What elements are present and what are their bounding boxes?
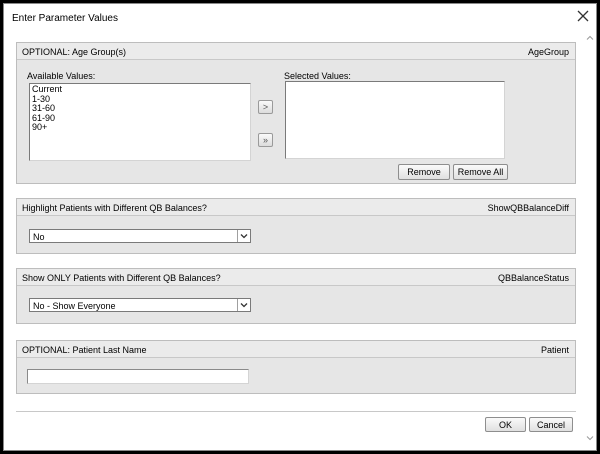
chevron-down-icon[interactable]: [237, 230, 250, 242]
last-name-label: OPTIONAL: Patient Last Name: [22, 345, 147, 355]
age-group-param-name: AgeGroup: [527, 47, 569, 57]
highlight-label: Highlight Patients with Different QB Bal…: [22, 203, 207, 213]
highlight-param-name: ShowQBBalanceDiff: [487, 203, 569, 213]
cancel-button[interactable]: Cancel: [529, 417, 573, 432]
age-group-panel: OPTIONAL: Age Group(s) AgeGroup Availabl…: [16, 42, 576, 184]
scroll-up-icon[interactable]: [585, 34, 595, 42]
show-only-header: Show ONLY Patients with Different QB Bal…: [17, 269, 575, 286]
highlight-select[interactable]: No: [29, 229, 251, 243]
highlight-select-value: No: [33, 232, 45, 242]
close-icon[interactable]: [576, 9, 590, 23]
highlight-header: Highlight Patients with Different QB Bal…: [17, 199, 575, 216]
list-item[interactable]: 1-30: [32, 94, 248, 105]
list-item[interactable]: 61-90: [32, 113, 248, 124]
last-name-panel: OPTIONAL: Patient Last Name Patient: [16, 340, 576, 394]
dialog-title: Enter Parameter Values: [12, 13, 118, 24]
available-values-list[interactable]: Current 1-30 31-60 61-90 90+: [29, 83, 251, 161]
footer-divider: [16, 411, 576, 412]
double-chevron-right-icon: »: [262, 135, 268, 145]
age-group-label: OPTIONAL: Age Group(s): [22, 47, 127, 57]
show-only-param-name: QBBalanceStatus: [497, 273, 569, 283]
highlight-panel: Highlight Patients with Different QB Bal…: [16, 198, 576, 254]
show-only-label: Show ONLY Patients with Different QB Bal…: [22, 273, 221, 283]
add-all-button[interactable]: »: [258, 133, 273, 147]
selected-values-list[interactable]: [285, 81, 505, 159]
last-name-param-name: Patient: [540, 345, 569, 355]
vertical-scrollbar[interactable]: [585, 34, 595, 442]
parameter-dialog: Enter Parameter Values OPTIONAL: Age Gro…: [3, 3, 597, 451]
list-item[interactable]: 90+: [32, 123, 248, 133]
selected-values-label: Selected Values:: [284, 71, 351, 81]
add-selected-button[interactable]: >: [258, 100, 273, 114]
last-name-header: OPTIONAL: Patient Last Name Patient: [17, 341, 575, 358]
ok-button[interactable]: OK: [485, 417, 526, 432]
scroll-down-icon[interactable]: [585, 434, 595, 442]
last-name-input[interactable]: [27, 369, 249, 384]
show-only-select-value: No - Show Everyone: [33, 301, 116, 311]
remove-button[interactable]: Remove: [398, 164, 450, 180]
remove-all-button[interactable]: Remove All: [453, 164, 508, 180]
show-only-select[interactable]: No - Show Everyone: [29, 298, 251, 312]
list-item[interactable]: Current: [32, 84, 248, 95]
chevron-right-icon: >: [262, 102, 269, 112]
chevron-down-icon[interactable]: [237, 299, 250, 311]
list-item[interactable]: 31-60: [32, 104, 248, 114]
show-only-panel: Show ONLY Patients with Different QB Bal…: [16, 268, 576, 324]
available-values-label: Available Values:: [27, 71, 96, 81]
age-group-header: OPTIONAL: Age Group(s) AgeGroup: [17, 43, 575, 60]
title-bar: Enter Parameter Values: [4, 4, 596, 33]
